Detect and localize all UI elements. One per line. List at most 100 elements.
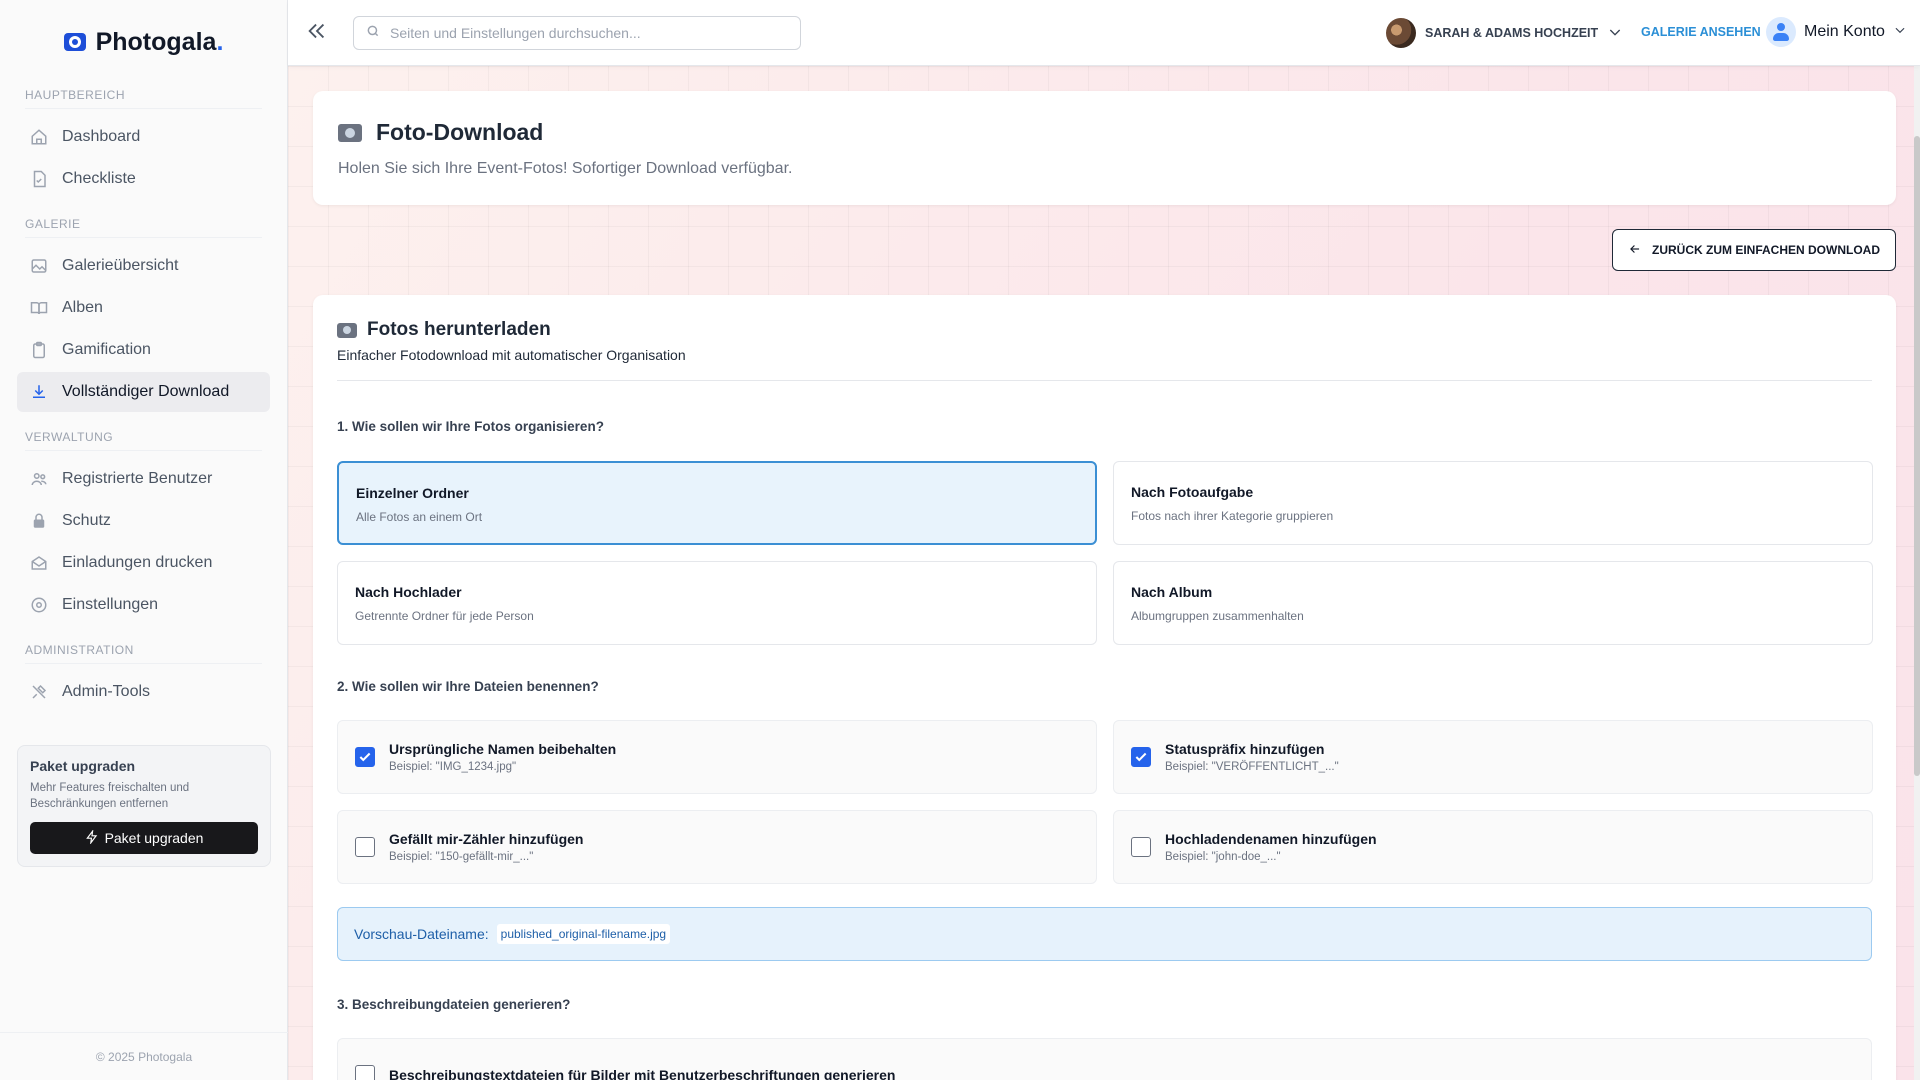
sidebar-item-registered-users[interactable]: Registrierte Benutzer bbox=[17, 459, 270, 499]
section-label-administration: ADMINISTRATION bbox=[25, 643, 134, 657]
lock-icon bbox=[30, 512, 48, 530]
sidebar-item-label: Registrierte Benutzer bbox=[62, 470, 213, 487]
sidebar-item-protection[interactable]: Schutz bbox=[17, 501, 270, 541]
collapse-sidebar-icon[interactable] bbox=[306, 20, 332, 46]
settings-icon bbox=[30, 596, 48, 614]
checkbox[interactable] bbox=[1131, 837, 1151, 857]
divider bbox=[25, 108, 262, 109]
page-title: Foto-Download bbox=[376, 119, 544, 145]
option-title: Statuspräfix hinzufügen bbox=[1165, 741, 1325, 757]
preview-filename: published_original-filename.jpg bbox=[496, 924, 671, 944]
checkbox[interactable] bbox=[1131, 747, 1151, 767]
scrollbar[interactable] bbox=[1914, 66, 1920, 1080]
question-organize: 1. Wie sollen wir Ihre Fotos organisiere… bbox=[337, 419, 604, 434]
search-icon bbox=[366, 24, 380, 43]
question-description-files: 3. Beschreibungdateien generieren? bbox=[337, 997, 571, 1012]
upgrade-title: Paket upgraden bbox=[30, 758, 136, 774]
section-label-admin: VERWALTUNG bbox=[25, 430, 114, 444]
sidebar-item-full-download[interactable]: Vollständiger Download bbox=[17, 372, 270, 412]
section-label-gallery: GALERIE bbox=[25, 217, 81, 231]
main-content: Foto-Download Holen Sie sich Ihre Event-… bbox=[288, 66, 1920, 1080]
event-selector[interactable]: SARAH & ADAMS HOCHZEIT bbox=[1386, 18, 1623, 48]
sidebar-item-admin-tools[interactable]: Admin-Tools bbox=[17, 672, 270, 712]
description-files-option[interactable]: Beschreibungstextdateien für Bilder mit … bbox=[337, 1038, 1872, 1080]
scrollbar-thumb[interactable] bbox=[1914, 136, 1920, 776]
option-description: Albumgruppen zusammenhalten bbox=[1131, 609, 1304, 623]
mail-open-icon bbox=[30, 554, 48, 572]
sidebar-item-label: Einstellungen bbox=[62, 596, 159, 613]
back-to-simple-download-button[interactable]: ZURÜCK ZUM EINFACHEN DOWNLOAD bbox=[1612, 229, 1896, 271]
option-title: Hochladendenamen hinzufügen bbox=[1165, 831, 1377, 847]
naming-option-like-count[interactable]: Gefällt mir-Zähler hinzufügen Beispiel: … bbox=[337, 810, 1097, 884]
sidebar-item-label: Gamification bbox=[62, 341, 151, 358]
option-title: Gefällt mir-Zähler hinzufügen bbox=[389, 831, 584, 847]
sidebar: Photogala. HAUPTBEREICH Dashboard Checkl… bbox=[0, 0, 288, 1080]
sidebar-item-gamification[interactable]: Gamification bbox=[17, 330, 270, 370]
option-example: Beispiel: "john-doe_..." bbox=[1165, 851, 1281, 863]
divider bbox=[25, 237, 262, 238]
download-subtitle: Einfacher Fotodownload mit automatischer… bbox=[337, 347, 686, 363]
sidebar-item-dashboard[interactable]: Dashboard bbox=[17, 117, 270, 157]
option-example: Beispiel: "VERÖFFENTLICHT_..." bbox=[1165, 761, 1339, 773]
naming-option-uploader-name[interactable]: Hochladendenamen hinzufügen Beispiel: "j… bbox=[1113, 810, 1873, 884]
image-icon bbox=[30, 257, 48, 275]
option-title: Nach Fotoaufgabe bbox=[1131, 484, 1254, 500]
checkbox[interactable] bbox=[355, 837, 375, 857]
checkbox[interactable] bbox=[355, 1065, 375, 1080]
sidebar-item-label: Galerieübersicht bbox=[62, 257, 179, 274]
sidebar-item-checklist[interactable]: Checkliste bbox=[17, 159, 270, 199]
option-description: Fotos nach ihrer Kategorie gruppieren bbox=[1131, 509, 1334, 523]
page-subtitle: Holen Sie sich Ihre Event-Fotos! Soforti… bbox=[338, 160, 793, 177]
sidebar-item-label: Einladungen drucken bbox=[62, 554, 213, 571]
home-icon bbox=[30, 128, 48, 146]
sidebar-item-label: Dashboard bbox=[62, 128, 141, 145]
account-menu[interactable]: Mein Konto bbox=[1766, 17, 1907, 47]
event-avatar bbox=[1386, 18, 1416, 48]
naming-option-keep-original[interactable]: Ursprüngliche Namen beibehalten Beispiel… bbox=[337, 720, 1097, 794]
back-button-label: ZURÜCK ZUM EINFACHEN DOWNLOAD bbox=[1652, 243, 1880, 257]
sidebar-item-settings[interactable]: Einstellungen bbox=[17, 585, 270, 625]
organize-option-single-folder[interactable]: Einzelner Ordner Alle Fotos an einem Ort bbox=[337, 461, 1097, 545]
checkbox[interactable] bbox=[355, 747, 375, 767]
sidebar-item-label: Admin-Tools bbox=[62, 683, 151, 700]
download-card: Fotos herunterladen Einfacher Fotodownlo… bbox=[313, 295, 1896, 1080]
sidebar-item-print-invitations[interactable]: Einladungen drucken bbox=[17, 543, 270, 583]
organize-option-by-uploader[interactable]: Nach Hochlader Getrennte Ordner für jede… bbox=[337, 561, 1097, 645]
brand-dot: . bbox=[216, 27, 224, 56]
sidebar-item-label: Alben bbox=[62, 299, 103, 316]
question-naming: 2. Wie sollen wir Ihre Dateien benennen? bbox=[337, 679, 599, 694]
section-label-main: HAUPTBEREICH bbox=[25, 88, 126, 102]
sidebar-item-label: Schutz bbox=[62, 512, 111, 529]
organize-option-by-album[interactable]: Nach Album Albumgruppen zusammenhalten bbox=[1113, 561, 1873, 645]
tools-icon bbox=[30, 683, 48, 701]
users-icon bbox=[30, 470, 48, 488]
sidebar-item-gallery-overview[interactable]: Galerieübersicht bbox=[17, 246, 270, 286]
search-box[interactable] bbox=[353, 16, 801, 50]
sidebar-item-albums[interactable]: Alben bbox=[17, 288, 270, 328]
upgrade-description: Mehr Features freischalten und Beschränk… bbox=[30, 782, 190, 810]
view-gallery-link[interactable]: GALERIE ANSEHEN bbox=[1641, 25, 1761, 39]
option-example: Beispiel: "IMG_1234.jpg" bbox=[389, 761, 517, 773]
option-title: Nach Album bbox=[1131, 584, 1213, 600]
brand-logo[interactable]: Photogala. bbox=[0, 0, 287, 84]
option-title: Ursprüngliche Namen beibehalten bbox=[389, 741, 617, 757]
chevron-down-icon bbox=[1893, 23, 1907, 42]
search-input[interactable] bbox=[390, 25, 790, 41]
preview-label: Vorschau-Dateiname: bbox=[354, 926, 489, 942]
copyright: © 2025 Photogala bbox=[0, 1032, 288, 1080]
chevron-down-icon bbox=[1607, 24, 1623, 43]
user-icon bbox=[1766, 17, 1796, 47]
camera-icon bbox=[338, 123, 362, 142]
organize-option-by-photo-task[interactable]: Nach Fotoaufgabe Fotos nach ihrer Katego… bbox=[1113, 461, 1873, 545]
naming-option-status-prefix[interactable]: Statuspräfix hinzufügen Beispiel: "VERÖF… bbox=[1113, 720, 1873, 794]
camera-logo-icon bbox=[63, 33, 86, 51]
divider bbox=[25, 663, 262, 664]
upgrade-button[interactable]: Paket upgraden bbox=[30, 822, 258, 854]
camera-icon bbox=[337, 322, 357, 338]
topbar: SARAH & ADAMS HOCHZEIT GALERIE ANSEHEN M… bbox=[288, 0, 1920, 66]
sidebar-item-label: Checkliste bbox=[62, 170, 136, 187]
page-header-card: Foto-Download Holen Sie sich Ihre Event-… bbox=[313, 91, 1896, 205]
divider bbox=[337, 380, 1872, 381]
download-title: Fotos herunterladen bbox=[367, 319, 551, 340]
option-title: Beschreibungstextdateien für Bilder mit … bbox=[389, 1067, 896, 1080]
